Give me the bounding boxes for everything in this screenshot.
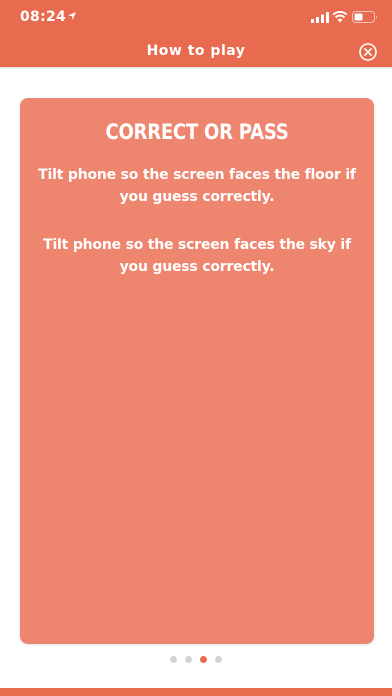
card-paragraph: Tilt phone so the screen faces the floor… — [38, 167, 356, 205]
status-time: 08:24 — [20, 9, 67, 25]
battery-icon — [352, 11, 377, 23]
page-dot-4[interactable] — [215, 656, 222, 663]
wifi-icon — [332, 10, 348, 23]
page-dot-1[interactable] — [170, 656, 177, 663]
signal-icon — [311, 12, 329, 23]
card-paragraph: Tilt phone so the screen faces the sky i… — [43, 237, 351, 275]
page-dot-2[interactable] — [185, 656, 192, 663]
close-icon[interactable] — [359, 43, 377, 61]
page-title: How to play — [146, 43, 246, 59]
instruction-card[interactable]: CORRECT OR PASS Tilt phone so the screen… — [20, 98, 374, 644]
header-divider — [0, 67, 392, 69]
page-indicator — [0, 656, 392, 664]
header: 08:24 How to play — [0, 0, 392, 67]
bottom-bar — [0, 688, 392, 696]
card-title: CORRECT OR PASS — [105, 120, 289, 144]
location-arrow-icon — [68, 12, 76, 20]
status-bar: 08:24 — [0, 0, 392, 36]
page-dot-3-active[interactable] — [200, 656, 207, 663]
